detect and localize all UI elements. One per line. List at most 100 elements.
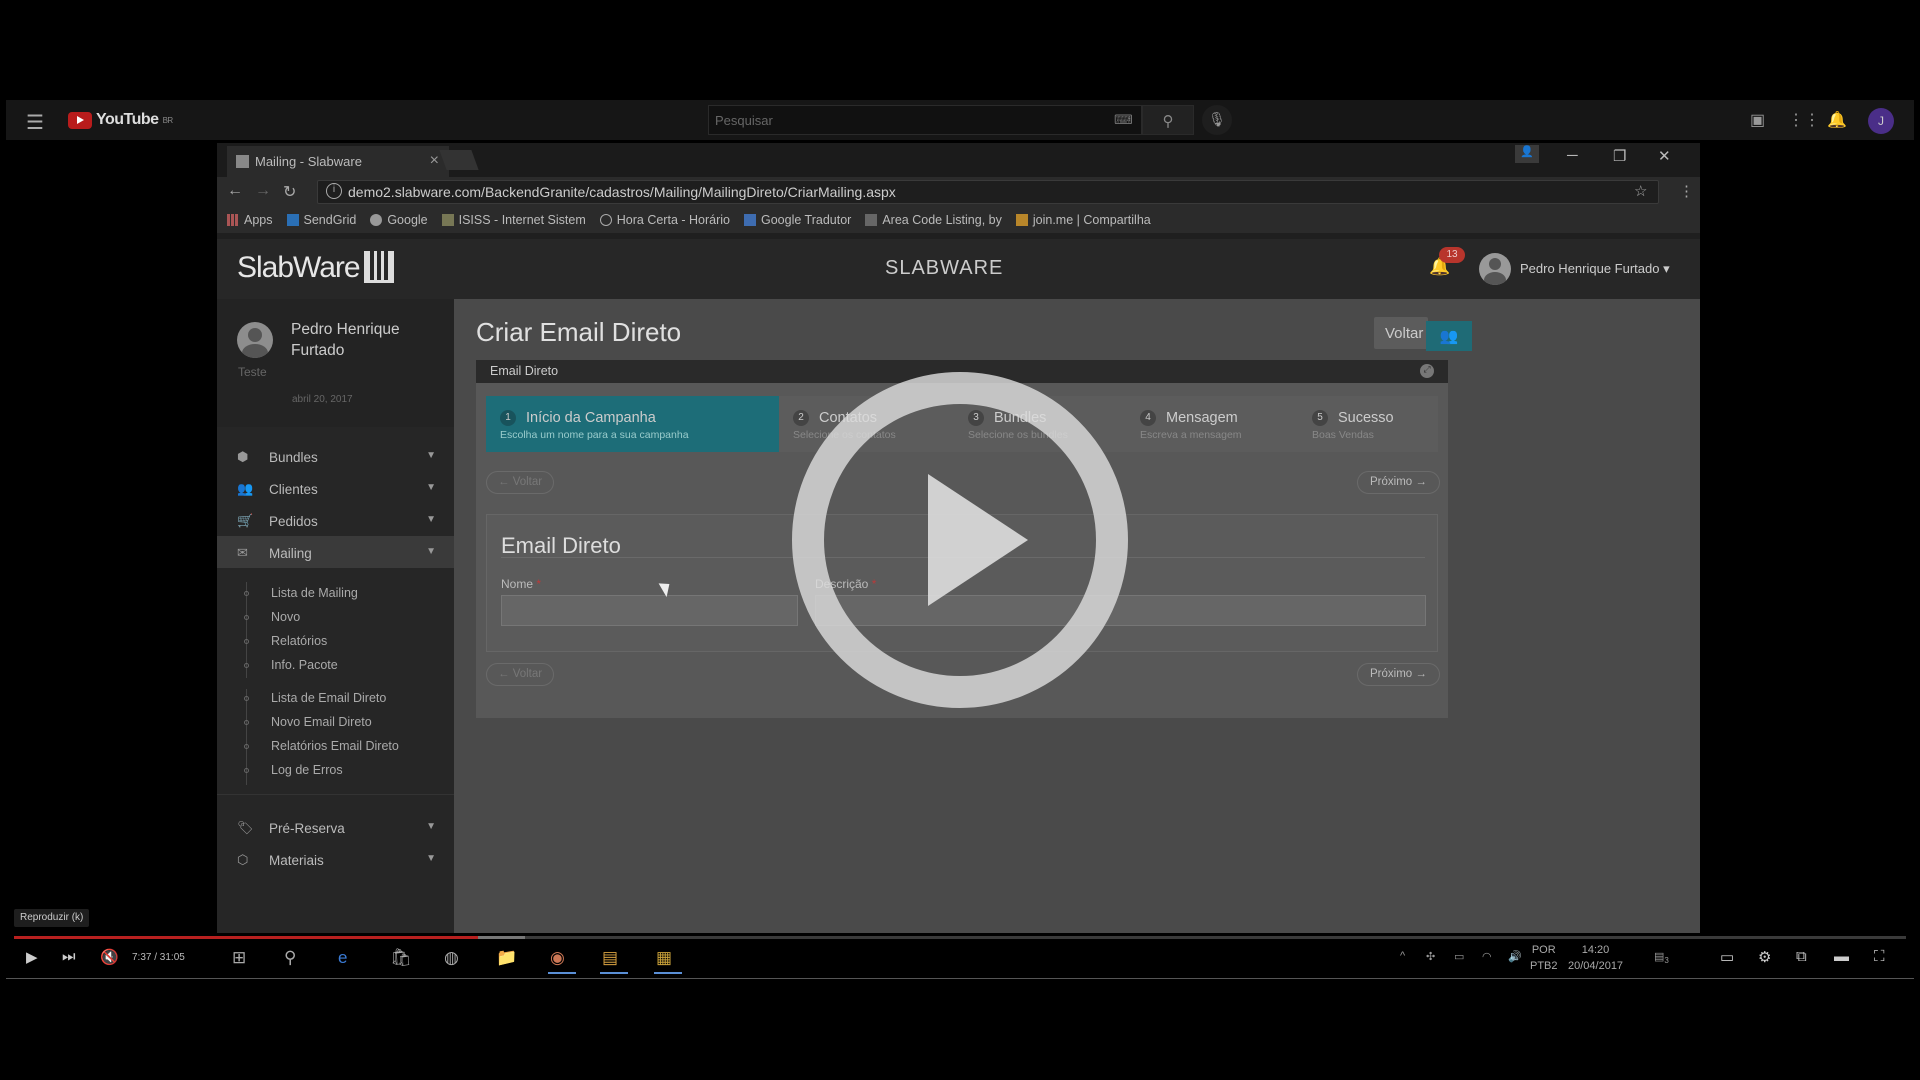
play-icon[interactable]: ▶ bbox=[26, 948, 38, 966]
sidebar-item-pre-reserva[interactable]: 🏷 Pré-Reserva ▼ bbox=[217, 811, 454, 843]
youtube-avatar[interactable]: J bbox=[1868, 108, 1894, 134]
wizard-next-button-bottom[interactable]: Próximo → bbox=[1357, 663, 1440, 686]
users-icon: 👥 bbox=[237, 481, 254, 496]
next-video-icon[interactable]: ⏭ bbox=[62, 948, 76, 965]
big-play-icon[interactable] bbox=[792, 372, 1128, 708]
bookmark-apps[interactable]: Apps bbox=[227, 213, 273, 227]
bookmark-hora-certa[interactable]: Hora Certa - Horário bbox=[599, 213, 730, 227]
player-controls: ▶ ⏭ 🔇 7:37 / 31:05 ⊞ ⚲ e 🛍 ◍ 📁 ◉ ▤ ▦ ^ ✣… bbox=[0, 940, 1920, 978]
sidebar-item-mailing[interactable]: ✉ Mailing ▼ bbox=[217, 536, 454, 568]
isiss-icon bbox=[441, 214, 454, 226]
submenu-log-erros[interactable]: Log de Erros bbox=[217, 758, 454, 782]
slabware-logo[interactable]: SlabWare bbox=[237, 251, 394, 285]
theater-mode-icon[interactable]: ▬ bbox=[1834, 948, 1849, 965]
users-action-button[interactable]: 👥 bbox=[1426, 321, 1472, 351]
google-icon bbox=[370, 214, 383, 226]
caret-down-icon: ▾ bbox=[1663, 261, 1670, 276]
wizard-next-button-top[interactable]: Próximo → bbox=[1357, 471, 1440, 494]
user-menu[interactable]: Pedro Henrique Furtado ▾ bbox=[1520, 261, 1670, 277]
battery-icon: ▭ bbox=[1454, 951, 1465, 963]
settings-gear-icon[interactable]: ⚙ bbox=[1758, 948, 1771, 966]
submenu-lista-email-direto[interactable]: Lista de Email Direto bbox=[217, 686, 454, 710]
expand-icon[interactable]: ⤢ bbox=[1420, 364, 1434, 378]
bookmark-sendgrid[interactable]: SendGrid bbox=[286, 213, 356, 227]
submenu-lista-mailing[interactable]: Lista de Mailing bbox=[217, 581, 454, 605]
mute-icon[interactable]: 🔇 bbox=[100, 948, 119, 966]
profile-icon[interactable]: 👤 bbox=[1515, 145, 1539, 163]
subtitles-icon[interactable]: ▭ bbox=[1720, 948, 1734, 966]
miniplayer-icon[interactable]: ⧉ bbox=[1796, 948, 1807, 965]
minimize-icon[interactable]: ─ bbox=[1567, 147, 1578, 164]
user-avatar[interactable] bbox=[1479, 253, 1511, 285]
submenu-relatorios-email-direto[interactable]: Relatórios Email Direto bbox=[217, 734, 454, 758]
file-explorer-icon: 📁 bbox=[496, 948, 518, 967]
player-bottom-line bbox=[6, 978, 1914, 979]
back-arrow-icon[interactable]: ← bbox=[227, 182, 243, 200]
close-window-icon[interactable]: ✕ bbox=[1658, 147, 1671, 165]
bookmark-star-icon[interactable]: ☆ bbox=[1634, 182, 1647, 200]
tag-icon: 🏷 bbox=[237, 820, 254, 835]
dropbox-icon: ✣ bbox=[1426, 951, 1436, 963]
new-tab-button[interactable] bbox=[439, 150, 479, 170]
profile-avatar bbox=[237, 322, 273, 358]
forward-arrow-icon[interactable]: → bbox=[255, 182, 271, 200]
bookmark-isiss[interactable]: ISISS - Internet Sistem bbox=[441, 213, 586, 227]
close-tab-icon[interactable]: × bbox=[430, 152, 439, 170]
chevron-down-icon: ▼ bbox=[426, 546, 436, 557]
hamburger-menu-icon[interactable]: ☰ bbox=[26, 110, 44, 135]
step-sucesso[interactable]: 5 Sucesso Boas Vendas bbox=[1298, 396, 1438, 452]
youtube-logo[interactable]: YouTube BR bbox=[68, 111, 173, 129]
submenu-novo[interactable]: Novo bbox=[217, 605, 454, 629]
wizard-prev-button-top[interactable]: ← Voltar bbox=[486, 471, 555, 494]
microphone-icon[interactable]: 🎙 bbox=[1202, 105, 1232, 135]
sidebar-item-clientes[interactable]: 👥 Clientes ▼ bbox=[217, 472, 454, 504]
url-field[interactable]: i demo2.slabware.com/BackendGranite/cada… bbox=[317, 180, 1659, 204]
fullscreen-icon[interactable]: ⛶ bbox=[1874, 948, 1885, 965]
sidebar-item-bundles[interactable]: ⬢ Bundles ▼ bbox=[217, 440, 454, 472]
chevron-down-icon: ▼ bbox=[426, 482, 436, 493]
submenu-relatorios[interactable]: Relatórios bbox=[217, 629, 454, 653]
step-mensagem[interactable]: 4 Mensagem Escreva a mensagem bbox=[1126, 396, 1298, 452]
windows-start-icon: ⊞ bbox=[232, 948, 247, 967]
nome-input[interactable] bbox=[501, 595, 798, 626]
create-video-icon[interactable]: ▣ bbox=[1750, 110, 1765, 130]
reload-icon[interactable]: ↻ bbox=[283, 182, 296, 202]
search-button[interactable]: ⚲ bbox=[1142, 105, 1194, 135]
site-info-icon[interactable]: i bbox=[326, 183, 342, 199]
profile-role: Teste bbox=[238, 365, 267, 379]
apps-grid-icon[interactable]: ⋮⋮ bbox=[1788, 110, 1820, 130]
cubes-icon: ⬢ bbox=[237, 449, 249, 464]
step-inicio-campanha[interactable]: 1 Início da Campanha Escolha um nome par… bbox=[486, 396, 779, 452]
chevron-down-icon: ▼ bbox=[426, 853, 436, 864]
sidebar-item-materiais[interactable]: ⬡ Materiais ▼ bbox=[217, 843, 454, 875]
bookmark-google-tradutor[interactable]: Google Tradutor bbox=[744, 213, 851, 227]
volume-icon: 🔊 bbox=[1508, 951, 1522, 963]
clock-icon bbox=[599, 214, 612, 226]
outlook-icon: ▤ bbox=[602, 948, 619, 967]
restore-icon[interactable]: ❐ bbox=[1613, 147, 1626, 165]
bookmark-area-code[interactable]: Area Code Listing, by bbox=[865, 213, 1002, 227]
sidebar-item-pedidos[interactable]: 🛒 Pedidos ▼ bbox=[217, 504, 454, 536]
notifications-bell-icon[interactable]: 🔔 bbox=[1827, 110, 1847, 130]
wizard-prev-button-bottom[interactable]: ← Voltar bbox=[486, 663, 555, 686]
cube-icon: ⬡ bbox=[237, 852, 249, 867]
browser-tab-bar: Mailing - Slabware × 👤 ─ ❐ ✕ bbox=[217, 143, 1700, 177]
youtube-search-input[interactable]: Pesquisar bbox=[708, 105, 1142, 135]
bookmark-joinme[interactable]: join.me | Compartilha bbox=[1015, 213, 1151, 227]
bookmark-google[interactable]: Google bbox=[370, 213, 428, 227]
youtube-header: ☰ YouTube BR Pesquisar ⌨ ⚲ 🎙 ▣ ⋮⋮ 🔔 J bbox=[6, 100, 1914, 140]
users-icon: 👥 bbox=[1439, 328, 1459, 345]
submenu-info-pacote[interactable]: Info. Pacote bbox=[217, 653, 454, 677]
joinme-icon bbox=[1015, 214, 1028, 226]
browser-menu-icon[interactable]: ⋮ bbox=[1679, 182, 1694, 200]
chat-app-icon: ▦ bbox=[656, 948, 673, 967]
bookmarks-bar: Apps SendGrid Google ISISS - Internet Si… bbox=[217, 207, 1700, 233]
keyboard-icon[interactable]: ⌨ bbox=[1114, 112, 1133, 128]
sidebar-divider bbox=[217, 794, 454, 795]
video-progress-bar[interactable] bbox=[14, 936, 1906, 939]
app-header: SlabWare SLABWARE 🔔 13 Pedro Henrique Fu… bbox=[217, 239, 1700, 299]
submenu-novo-email-direto[interactable]: Novo Email Direto bbox=[217, 710, 454, 734]
browser-tab[interactable]: Mailing - Slabware × bbox=[227, 146, 449, 177]
voltar-button[interactable]: Voltar bbox=[1374, 317, 1428, 349]
search-icon: ⚲ bbox=[1162, 113, 1174, 130]
